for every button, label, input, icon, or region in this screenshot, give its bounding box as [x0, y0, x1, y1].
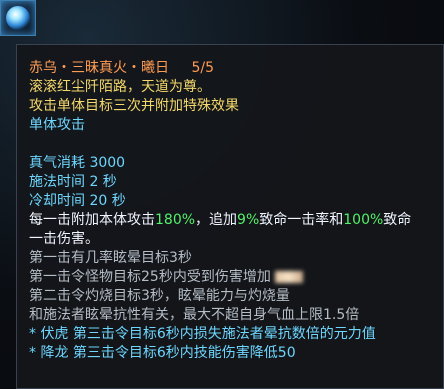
talent-fuhu: * 伏虎 第三击令目标6秒内损失施法者晕抗数倍的元力值 — [29, 326, 376, 342]
tooltip-header: 赤乌・三昧真火・曦日 5/5 — [29, 59, 433, 78]
skill-tooltip: 赤乌・三昧真火・曦日 5/5 滚滚红尘阡陌路，天道为尊。 攻击单体目标三次并附加… — [16, 44, 444, 389]
hit-1-value-c: 100% — [343, 212, 384, 228]
skill-title: 赤乌・三昧真火・曦日 — [29, 60, 169, 76]
hit-1-line2: 一击伤害。 — [29, 231, 99, 247]
hit-1-line: 每一击附加本体攻击180%，追加9%致命一击率和100%致命 — [29, 211, 433, 230]
hit-1-value-a: 180% — [155, 212, 196, 228]
skill-icon[interactable] — [0, 0, 36, 36]
hit-1-value-b: 9% — [237, 212, 260, 228]
second-hit-line: 第一击令怪物目标25秒内受到伤害增加 — [29, 268, 433, 287]
first-hit-line: 第一击有几率眩晕目标3秒 — [29, 250, 192, 266]
third-hit-line-a: 第二击令灼烧目标3秒，眩晕能力与灼烧量 — [29, 288, 290, 304]
flavor-line: 滚滚红尘阡陌路，天道为尊。 — [29, 79, 211, 95]
mp-cost: 真气消耗 3000 — [29, 155, 126, 171]
third-hit-line-b: 和施法者眩晕抗性有关，最大不超自身气血上限1.5倍 — [29, 307, 360, 323]
target-type: 单体攻击 — [29, 117, 85, 133]
cast-time: 施法时间 2 秒 — [29, 174, 117, 190]
skill-level: 5/5 — [191, 60, 214, 76]
hit-1-part-c: 致命一击率和 — [259, 212, 344, 228]
cooldown: 冷却时间 20 秒 — [29, 193, 126, 209]
talent-xianglong: * 降龙 第三击令目标6秒内技能伤害降低50 — [29, 345, 296, 361]
redacted-blur — [274, 271, 303, 283]
skill-tooltip-screen: 赤乌・三昧真火・曦日 5/5 滚滚红尘阡陌路，天道为尊。 攻击单体目标三次并附加… — [0, 0, 444, 389]
hit-1-part-a: 每一击附加本体攻击 — [29, 212, 155, 228]
hit-1-part-b: ，追加 — [195, 212, 238, 228]
effect-line: 攻击单体目标三次并附加特殊效果 — [29, 98, 239, 114]
hit-1-part-d: 致命 — [383, 212, 412, 228]
second-hit-text: 第一击令怪物目标25秒内受到伤害增加 — [29, 269, 271, 285]
